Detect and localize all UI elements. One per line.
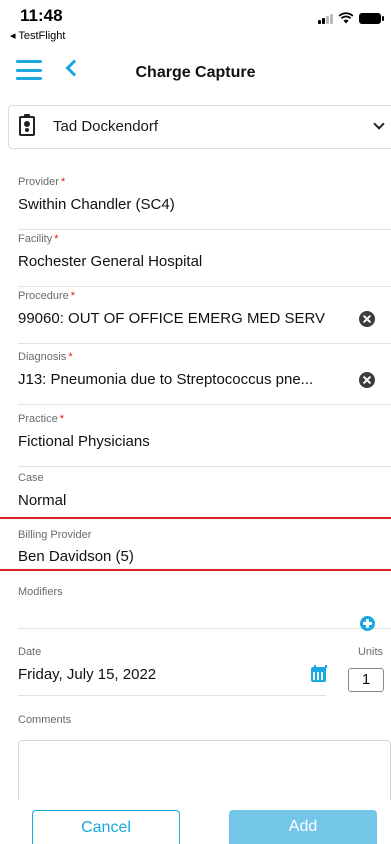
add-button[interactable]: Add	[229, 810, 377, 844]
date-field[interactable]: Date Friday, July 15, 2022	[18, 646, 327, 696]
cancel-button[interactable]: Cancel	[32, 810, 180, 844]
case-field[interactable]: Case Normal	[18, 472, 391, 518]
nav-bar: Charge Capture	[0, 52, 391, 96]
cellular-signal-icon	[318, 13, 333, 24]
comments-textarea[interactable]	[18, 740, 391, 800]
calendar-icon[interactable]	[311, 665, 327, 682]
required-marker: *	[70, 290, 76, 302]
procedure-field[interactable]: Procedure * 99060: OUT OF OFFICE EMERG ME…	[18, 290, 391, 344]
provider-label: Provider	[18, 176, 59, 188]
facility-label: Facility	[18, 233, 53, 245]
required-marker: *	[59, 413, 65, 425]
units-input[interactable]: 1	[348, 668, 384, 692]
provider-field[interactable]: Provider * Swithin Chandler (SC4)	[18, 176, 391, 230]
modifiers-label: Modifiers	[18, 586, 63, 598]
battery-icon	[359, 13, 384, 24]
clipboard-id-icon	[19, 114, 35, 136]
facility-field[interactable]: Facility * Rochester General Hospital	[18, 233, 391, 287]
date-label: Date	[18, 646, 42, 658]
diagnosis-value: J13: Pneumonia due to Streptococcus pne.…	[18, 371, 314, 388]
units-label: Units	[357, 646, 383, 658]
status-icons	[318, 12, 384, 24]
facility-value: Rochester General Hospital	[18, 253, 203, 270]
required-marker: *	[54, 233, 59, 245]
case-label: Case	[18, 472, 44, 484]
procedure-value: 99060: OUT OF OFFICE EMERG MED SERV	[18, 310, 326, 327]
back-to-app-link[interactable]: ◂ TestFlight	[10, 29, 65, 42]
practice-field[interactable]: Practice * Fictional Physicians	[18, 413, 391, 467]
practice-label: Practice	[18, 413, 58, 425]
required-marker: *	[60, 176, 66, 188]
page-title: Charge Capture	[135, 64, 256, 81]
billing-provider-label: Billing Provider	[18, 529, 92, 541]
patient-name: Tad Dockendorf	[53, 118, 159, 135]
diagnosis-label: Diagnosis	[18, 351, 67, 363]
provider-value: Swithin Chandler (SC4)	[18, 196, 175, 213]
clear-procedure-icon[interactable]	[359, 311, 375, 327]
billing-provider-value: Ben Davidson (5)	[18, 548, 134, 565]
status-bar: 11:48 ◂ TestFlight	[0, 0, 391, 48]
chevron-down-icon[interactable]	[373, 118, 385, 130]
footer-actions: Cancel Add	[0, 800, 391, 844]
billing-provider-field[interactable]: Billing Provider Ben Davidson (5)	[0, 517, 391, 571]
case-value: Normal	[18, 492, 67, 509]
clear-diagnosis-icon[interactable]	[359, 372, 375, 388]
date-value: Friday, July 15, 2022	[18, 666, 157, 683]
procedure-label: Procedure	[18, 290, 69, 302]
comments-label: Comments	[18, 714, 72, 726]
required-marker: *	[68, 351, 73, 363]
modifiers-field: Modifiers	[18, 586, 391, 631]
patient-select[interactable]: Tad Dockendorf	[8, 105, 391, 149]
status-time: 11:48	[20, 6, 63, 25]
plus-circle-icon[interactable]	[360, 616, 375, 631]
diagnosis-field[interactable]: Diagnosis * J13: Pneumonia due to Strepto…	[18, 351, 391, 405]
practice-value: Fictional Physicians	[18, 433, 150, 450]
wifi-icon	[338, 12, 354, 24]
